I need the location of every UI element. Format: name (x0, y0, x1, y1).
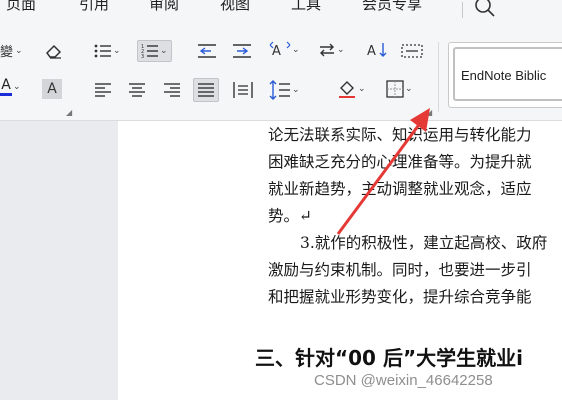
style-endnote-bibliography[interactable]: EndNote Biblic (453, 47, 562, 101)
font-color-button[interactable]: A ⌄ (0, 78, 21, 96)
shading-button[interactable]: ⌄ (337, 79, 366, 99)
menu-references[interactable]: 引用 (79, 0, 109, 14)
menu-bar: 页面 引用 审阅 视图 工具 会员专享 (0, 0, 562, 22)
decrease-indent-icon (198, 44, 216, 58)
font-color-icon: A (0, 78, 12, 96)
numbered-list-button[interactable]: 1 2 3 ⌄ (137, 40, 172, 62)
justify-button[interactable] (193, 78, 219, 102)
paragraph-line: 就业新趋势，主动调整就业观念，适应 (268, 180, 532, 198)
borders-icon (386, 80, 404, 98)
svg-text:A: A (272, 44, 281, 59)
chevron-down-icon: ⌄ (292, 45, 300, 55)
align-right-button[interactable] (163, 82, 181, 98)
paragraph-dialog-launcher-icon[interactable]: ◢ (426, 108, 432, 117)
line-spacing-button[interactable]: ⌄ (269, 80, 300, 100)
distributed-align-icon (233, 82, 253, 98)
align-right-icon (164, 83, 180, 97)
chevron-down-icon: ⌄ (13, 82, 21, 92)
chevron-down-icon: ⌄ (358, 84, 366, 94)
align-center-button[interactable] (128, 82, 146, 98)
chevron-down-icon: ⌄ (15, 46, 23, 56)
borders-button[interactable]: ⌄ (386, 80, 413, 98)
bullet-list-icon (94, 44, 111, 58)
increase-indent-icon (233, 44, 251, 58)
chevron-down-icon: ⌄ (292, 85, 300, 95)
increase-indent-button[interactable] (232, 43, 252, 59)
line-spacing-icon (269, 80, 290, 100)
menu-view[interactable]: 视图 (220, 0, 250, 14)
paragraph-line: 激励与约束机制。同时，也要进一步引 (268, 261, 532, 279)
decrease-indent-button[interactable] (197, 43, 217, 59)
character-spacing-button[interactable]: A ⌄ (269, 41, 300, 59)
text-direction-button[interactable]: ⌄ (318, 42, 345, 58)
menu-separator (462, 2, 463, 18)
search-icon[interactable] (474, 0, 496, 18)
font-color-swatch (0, 93, 12, 96)
align-center-icon (129, 83, 145, 97)
paragraph-line: 困难缺乏充分的心理准备等。为提升就 (268, 153, 532, 171)
menu-review[interactable]: 审阅 (149, 0, 179, 14)
chevron-down-icon: ⌄ (405, 84, 413, 94)
font-color-letter: A (1, 77, 11, 93)
chevron-down-icon: ⌄ (337, 45, 345, 55)
font-dialog-launcher-icon[interactable]: ◢ (66, 108, 72, 117)
svg-text:變: 變 (0, 44, 13, 60)
menu-tools[interactable]: 工具 (291, 0, 321, 14)
character-spacing-icon: A (269, 41, 291, 59)
paragraph-line: 3.就作的积极性，建立起高校、政府 (300, 234, 548, 252)
paragraph-line: 和把握就业形势变化，提升综合竞争能 (268, 288, 532, 306)
watermark: CSDN @weixin_46642258 (314, 372, 493, 389)
svg-text:3: 3 (141, 54, 144, 59)
sort-button[interactable]: A (366, 41, 388, 59)
menu-page[interactable]: 页面 (6, 0, 36, 14)
paragraph-marks-icon (401, 44, 423, 58)
ribbon-separator (438, 42, 439, 112)
paragraph-line: 势。↵ (268, 207, 312, 225)
section-heading: 三、针对“00 后”大学生就业i (255, 346, 523, 370)
align-left-button[interactable] (94, 82, 112, 98)
text-direction-icon (320, 43, 334, 57)
show-hide-marks-button[interactable] (401, 43, 423, 59)
styles-gallery[interactable]: EndNote Biblic (448, 42, 562, 108)
svg-text:A: A (367, 44, 376, 59)
chevron-down-icon: ⌄ (113, 46, 121, 56)
sort-icon: A (367, 43, 387, 59)
paint-bucket-icon (339, 81, 355, 98)
chevron-down-icon: ⌄ (160, 46, 168, 56)
distributed-align-button[interactable] (233, 81, 253, 99)
bullet-list-button[interactable]: ⌄ (94, 43, 121, 59)
numbered-list-icon: 1 2 3 (141, 44, 158, 59)
phonetic-guide-icon: 變 (0, 44, 13, 60)
character-shading-button[interactable]: A (42, 79, 62, 99)
align-left-icon (95, 83, 111, 97)
phonetic-guide-button[interactable]: 變 ⌄ (0, 42, 23, 60)
character-shading-letter: A (47, 81, 57, 97)
paragraph-line: 论无法联系实际、知识运用与转化能力 (268, 126, 532, 144)
ribbon-toolbar: 變 ⌄ ⌄ 1 2 3 ⌄ A ⌄ ⌄ A A ⌄ A ⌄ ⌄ ⌄ ◢ ◢ En… (0, 22, 562, 121)
eraser-icon (46, 44, 62, 59)
justify-icon (198, 83, 214, 97)
clear-format-button[interactable] (44, 42, 64, 60)
menu-member[interactable]: 会员专享 (362, 0, 422, 14)
